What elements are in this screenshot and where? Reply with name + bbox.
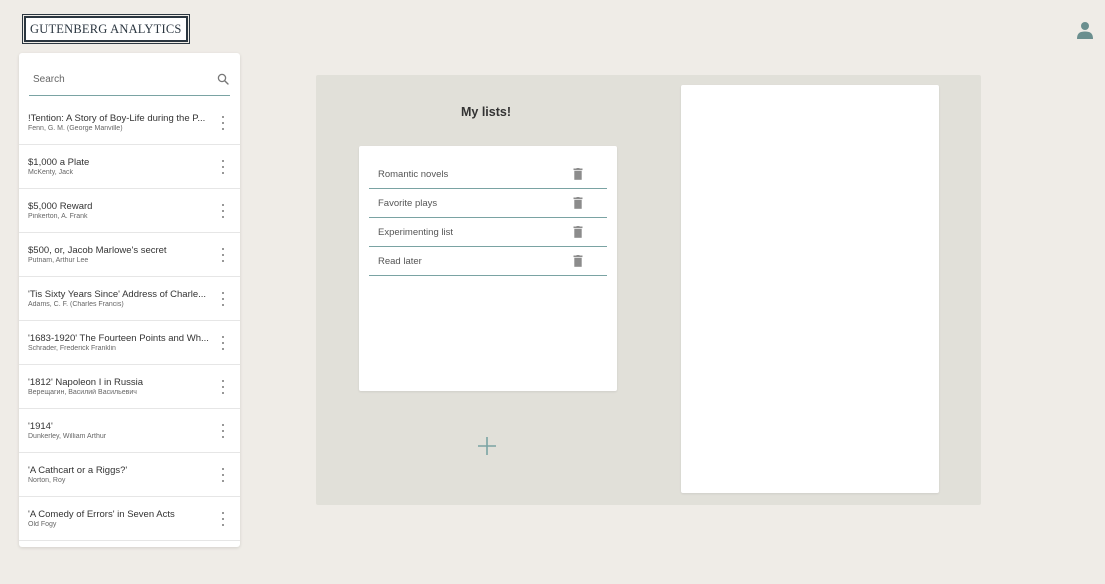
book-title: $500, or, Jacob Marlowe's secret (28, 245, 167, 256)
more-options-icon[interactable] (218, 336, 228, 350)
reading-list-item[interactable]: Favorite plays (369, 189, 607, 218)
add-list-button[interactable] (476, 435, 498, 457)
trash-icon[interactable] (573, 197, 583, 209)
book-title: $1,000 a Plate (28, 157, 90, 168)
book-sidebar: !Tention: A Story of Boy-Life during the… (19, 53, 240, 547)
book-author: Putnam, Arthur Lee (28, 257, 89, 264)
book-list-item[interactable]: '1683-1920' The Fourteen Points and Wh..… (19, 321, 240, 365)
book-list-item[interactable]: 'A Cathcart or a Riggs?' Norton, Roy (19, 453, 240, 497)
reading-list-name: Experimenting list (378, 227, 453, 238)
more-options-icon[interactable] (218, 160, 228, 174)
book-author: McKenty, Jack (28, 169, 73, 176)
lists-card: Romantic novels Favorite plays Experimen… (359, 146, 617, 391)
book-title: !Tention: A Story of Boy-Life during the… (28, 113, 206, 124)
book-title: 'A Cathcart or a Riggs?' (28, 465, 128, 476)
more-options-icon[interactable] (218, 292, 228, 306)
book-list-item[interactable]: !Tention: A Story of Boy-Life during the… (19, 101, 240, 145)
trash-icon[interactable] (573, 255, 583, 267)
book-author: Fenn, G. M. (George Manville) (28, 125, 123, 132)
more-options-icon[interactable] (218, 116, 228, 130)
book-author: Pinkerton, A. Frank (28, 213, 88, 220)
app-logo: GUTENBERG ANALYTICS (22, 14, 190, 44)
book-author: Dunkerley, William Arthur (28, 433, 107, 440)
reading-list-name: Read later (378, 256, 422, 267)
book-author: Old Fogy (28, 521, 57, 528)
book-author: Schrader, Frederick Franklin (28, 345, 116, 352)
lists-heading: My lists! (460, 105, 511, 119)
book-title: 'A Comedy of Errors' in Seven Acts (28, 509, 175, 520)
more-options-icon[interactable] (218, 248, 228, 262)
book-title: '1683-1920' The Fourteen Points and Wh..… (28, 333, 209, 344)
lists-panel: My lists! Romantic novels Favorite plays (316, 75, 981, 505)
book-title: '1812' Napoleon I in Russia (28, 377, 144, 388)
book-author: Adams, C. F. (Charles Francis) (28, 301, 124, 308)
reading-list-item[interactable]: Read later (369, 247, 607, 276)
book-title: 'Tis Sixty Years Since' Address of Charl… (28, 289, 207, 300)
more-options-icon[interactable] (218, 468, 228, 482)
book-list: !Tention: A Story of Boy-Life during the… (19, 101, 240, 541)
book-author: Norton, Roy (28, 477, 66, 484)
book-list-item[interactable]: $500, or, Jacob Marlowe's secret Putnam,… (19, 233, 240, 277)
search-input[interactable] (29, 65, 203, 93)
book-list-item[interactable]: '1812' Napoleon I in Russia Верещагин, В… (19, 365, 240, 409)
trash-icon[interactable] (573, 226, 583, 238)
reading-list-name: Favorite plays (378, 198, 438, 209)
book-title: '1914' (28, 421, 53, 432)
search-icon[interactable] (217, 73, 229, 85)
reading-lists: Romantic novels Favorite plays Experimen… (359, 146, 617, 276)
search-bar (29, 65, 230, 96)
more-options-icon[interactable] (218, 424, 228, 438)
reading-list-item[interactable]: Experimenting list (369, 218, 607, 247)
book-list-item[interactable]: $1,000 a Plate McKenty, Jack (19, 145, 240, 189)
more-options-icon[interactable] (218, 204, 228, 218)
book-list-item[interactable]: 'Tis Sixty Years Since' Address of Charl… (19, 277, 240, 321)
trash-icon[interactable] (573, 168, 583, 180)
list-detail-card (681, 85, 939, 493)
book-title: $5,000 Reward (28, 201, 93, 212)
book-list-item[interactable]: 'A Comedy of Errors' in Seven Acts Old F… (19, 497, 240, 541)
reading-list-item[interactable]: Romantic novels (369, 160, 607, 189)
book-list-item[interactable]: '1914' Dunkerley, William Arthur (19, 409, 240, 453)
book-list-item[interactable]: $5,000 Reward Pinkerton, A. Frank (19, 189, 240, 233)
more-options-icon[interactable] (218, 512, 228, 526)
reading-list-name: Romantic novels (378, 169, 449, 180)
more-options-icon[interactable] (218, 380, 228, 394)
book-author: Верещагин, Василий Васильевич (28, 389, 137, 396)
user-icon[interactable] (1077, 21, 1093, 39)
